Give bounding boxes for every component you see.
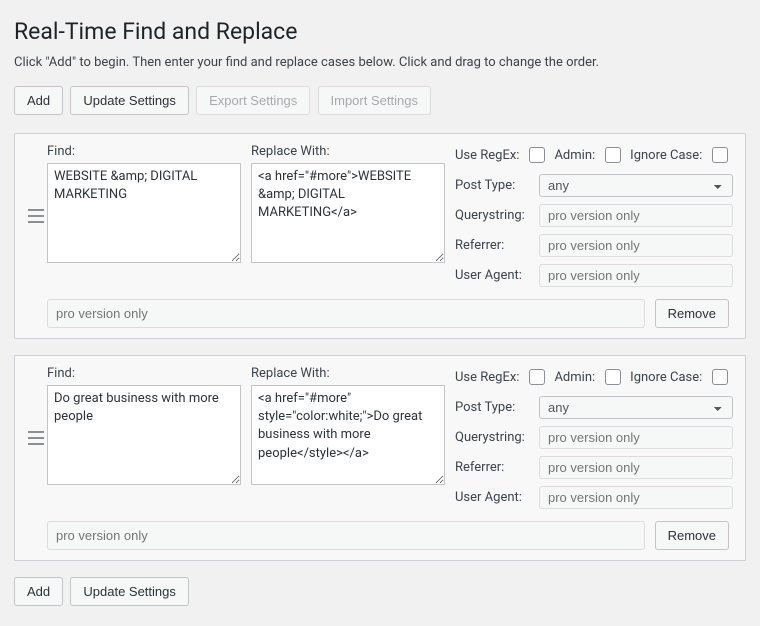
user-agent-input bbox=[539, 264, 733, 287]
referrer-label: Referrer: bbox=[455, 238, 539, 253]
update-settings-button[interactable]: Update Settings bbox=[70, 577, 189, 606]
referrer-label: Referrer: bbox=[455, 460, 539, 475]
intro-text: Click "Add" to begin. Then enter your fi… bbox=[14, 55, 746, 70]
add-button[interactable]: Add bbox=[14, 577, 63, 606]
replace-textarea[interactable] bbox=[251, 385, 445, 485]
import-settings-button[interactable]: Import Settings bbox=[318, 86, 431, 115]
ignore-case-label: Ignore Case: bbox=[630, 148, 702, 163]
user-agent-label: User Agent: bbox=[455, 268, 539, 283]
user-agent-label: User Agent: bbox=[455, 490, 539, 505]
referrer-input bbox=[539, 456, 733, 479]
regex-label: Use RegEx: bbox=[455, 148, 519, 163]
ignore-case-checkbox[interactable] bbox=[712, 369, 728, 385]
update-settings-button[interactable]: Update Settings bbox=[70, 86, 189, 115]
ignore-case-label: Ignore Case: bbox=[630, 370, 702, 385]
admin-label: Admin: bbox=[554, 370, 595, 385]
regex-label: Use RegEx: bbox=[455, 370, 519, 385]
replace-label: Replace With: bbox=[251, 366, 445, 381]
find-textarea[interactable] bbox=[47, 163, 241, 263]
bottom-toolbar: Add Update Settings bbox=[14, 577, 746, 606]
top-toolbar: Add Update Settings Export Settings Impo… bbox=[14, 86, 746, 115]
replace-textarea[interactable] bbox=[251, 163, 445, 263]
page-title: Real-Time Find and Replace bbox=[14, 18, 746, 45]
notes-input bbox=[47, 521, 645, 550]
remove-button[interactable]: Remove bbox=[655, 299, 729, 328]
admin-checkbox[interactable] bbox=[605, 147, 621, 163]
regex-checkbox[interactable] bbox=[529, 147, 545, 163]
find-label: Find: bbox=[47, 144, 241, 159]
user-agent-input bbox=[539, 486, 733, 509]
post-type-select[interactable]: any bbox=[539, 396, 733, 419]
admin-label: Admin: bbox=[554, 148, 595, 163]
rule-card: Find: Replace With: Use RegEx: Admin: Ig… bbox=[14, 355, 746, 561]
querystring-input bbox=[539, 204, 733, 227]
referrer-input bbox=[539, 234, 733, 257]
regex-checkbox[interactable] bbox=[529, 369, 545, 385]
drag-handle-icon[interactable] bbox=[25, 366, 47, 509]
replace-label: Replace With: bbox=[251, 144, 445, 159]
remove-button[interactable]: Remove bbox=[655, 521, 729, 550]
find-textarea[interactable] bbox=[47, 385, 241, 485]
drag-handle-icon[interactable] bbox=[25, 144, 47, 287]
export-settings-button[interactable]: Export Settings bbox=[196, 86, 310, 115]
post-type-select[interactable]: any bbox=[539, 174, 733, 197]
querystring-label: Querystring: bbox=[455, 430, 539, 445]
post-type-label: Post Type: bbox=[455, 178, 539, 193]
add-button[interactable]: Add bbox=[14, 86, 63, 115]
rule-card: Find: Replace With: Use RegEx: Admin: Ig… bbox=[14, 133, 746, 339]
ignore-case-checkbox[interactable] bbox=[712, 147, 728, 163]
admin-checkbox[interactable] bbox=[605, 369, 621, 385]
post-type-label: Post Type: bbox=[455, 400, 539, 415]
find-label: Find: bbox=[47, 366, 241, 381]
querystring-label: Querystring: bbox=[455, 208, 539, 223]
querystring-input bbox=[539, 426, 733, 449]
notes-input bbox=[47, 299, 645, 328]
